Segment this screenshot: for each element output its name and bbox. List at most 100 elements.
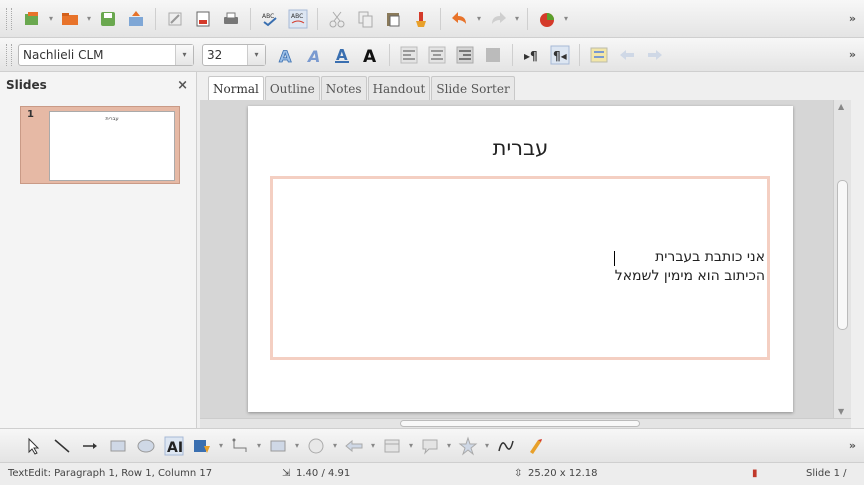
flowchart-icon[interactable]: [379, 433, 405, 459]
arrow-left-icon[interactable]: [614, 42, 640, 68]
slide-content-textbox[interactable]: אני כותבת בעברית הכיתוב הוא מימין לשמאל: [270, 176, 770, 360]
slide-thumbnail-number: 1: [27, 109, 34, 120]
vertical-scrollbar-thumb[interactable]: [837, 180, 848, 330]
document-modified-icon[interactable]: ▮: [752, 468, 758, 479]
highlighter-icon[interactable]: [521, 433, 547, 459]
line-icon[interactable]: [49, 433, 75, 459]
symbol-shapes-icon[interactable]: [303, 433, 329, 459]
redo-dropdown[interactable]: ▾: [512, 6, 522, 32]
open-dropdown[interactable]: ▾: [84, 6, 94, 32]
toolbar-grip[interactable]: [6, 43, 12, 66]
spellcheck-icon[interactable]: ABC: [257, 6, 283, 32]
slide-page[interactable]: עברית אני כותבת בעברית הכיתוב הוא מימין …: [248, 106, 793, 412]
font-bold-icon[interactable]: A: [357, 42, 383, 68]
font-color-icon[interactable]: A: [329, 42, 355, 68]
rectangle-icon[interactable]: [105, 433, 131, 459]
status-bar: TextEdit: Paragraph 1, Row 1, Column 17 …: [0, 462, 864, 485]
callouts-icon[interactable]: [417, 433, 443, 459]
toolbar-grip[interactable]: [6, 7, 12, 30]
align-left-icon[interactable]: [396, 42, 422, 68]
new-icon[interactable]: [19, 6, 45, 32]
basic-shapes-dropdown[interactable]: ▾: [292, 433, 302, 459]
separator: [579, 43, 580, 66]
svg-text:A: A: [279, 47, 292, 65]
block-arrows-icon[interactable]: [341, 433, 367, 459]
callouts-dropdown[interactable]: ▾: [444, 433, 454, 459]
toolbar-overflow[interactable]: »: [849, 48, 856, 61]
align-center-icon[interactable]: [424, 42, 450, 68]
new-dropdown[interactable]: ▾: [46, 6, 56, 32]
flowchart-dropdown[interactable]: ▾: [406, 433, 416, 459]
slides-pane-title: Slides: [6, 78, 47, 92]
slide-content-line[interactable]: הכיתוב הוא מימין לשמאל: [615, 268, 765, 284]
export-icon[interactable]: [123, 6, 149, 32]
cut-icon[interactable]: [324, 6, 350, 32]
separator: [440, 7, 441, 30]
size-icon: ⇳: [514, 468, 523, 479]
vertical-scrollbar[interactable]: ▲ ▼: [833, 100, 851, 418]
status-edit-info: TextEdit: Paragraph 1, Row 1, Column 17: [8, 468, 213, 479]
tab-slide-sorter[interactable]: Slide Sorter: [431, 76, 515, 100]
save-icon[interactable]: [95, 6, 121, 32]
line-arrow-icon[interactable]: [77, 433, 103, 459]
text-icon[interactable]: AI: [161, 433, 187, 459]
select-pointer-icon[interactable]: [21, 433, 47, 459]
svg-text:▸¶: ▸¶: [524, 49, 538, 63]
undo-icon[interactable]: [447, 6, 473, 32]
copy-icon[interactable]: [352, 6, 378, 32]
slide-content-line[interactable]: אני כותבת בעברית: [655, 249, 765, 265]
horizontal-scrollbar-thumb[interactable]: [400, 420, 640, 427]
stars-icon[interactable]: [455, 433, 481, 459]
tab-normal[interactable]: Normal: [208, 76, 264, 100]
block-arrows-dropdown[interactable]: ▾: [368, 433, 378, 459]
chevron-down-icon[interactable]: ▾: [175, 44, 193, 65]
edit-file-icon[interactable]: [162, 6, 188, 32]
shadow-font-icon[interactable]: A: [301, 42, 327, 68]
align-right-icon[interactable]: [452, 42, 478, 68]
horizontal-scrollbar[interactable]: [200, 418, 851, 428]
fontwork-dropdown[interactable]: ▾: [216, 433, 226, 459]
basic-shapes-icon[interactable]: [265, 433, 291, 459]
tab-handout[interactable]: Handout: [367, 76, 431, 100]
toolbar-overflow[interactable]: »: [849, 439, 856, 452]
slide-title[interactable]: עברית: [248, 136, 793, 160]
curve-icon[interactable]: [493, 433, 519, 459]
slides-pane-header: Slides ×: [0, 72, 196, 98]
stars-dropdown[interactable]: ▾: [482, 433, 492, 459]
connector-icon[interactable]: [227, 433, 253, 459]
tab-outline[interactable]: Outline: [264, 76, 320, 100]
open-icon[interactable]: [57, 6, 83, 32]
symbol-shapes-dropdown[interactable]: ▾: [330, 433, 340, 459]
connector-dropdown[interactable]: ▾: [254, 433, 264, 459]
autospellcheck-icon[interactable]: ABC: [285, 6, 311, 32]
svg-text:ABC: ABC: [291, 13, 303, 20]
right-to-left-icon[interactable]: ¶◂: [547, 42, 573, 68]
left-to-right-icon[interactable]: ▸¶: [519, 42, 545, 68]
slide-thumbnail-selected[interactable]: 1 עברית: [20, 106, 180, 184]
font-name-combo[interactable]: Nachlieli CLM ▾: [18, 43, 194, 66]
clone-formatting-icon[interactable]: [408, 6, 434, 32]
paste-icon[interactable]: [380, 6, 406, 32]
redo-icon[interactable]: [485, 6, 511, 32]
scroll-down-icon[interactable]: ▼: [838, 407, 844, 416]
bullets-icon[interactable]: [586, 42, 612, 68]
tab-notes[interactable]: Notes: [320, 76, 367, 100]
justify-icon[interactable]: [480, 42, 506, 68]
font-size-combo[interactable]: 32 ▾: [202, 43, 266, 66]
svg-text:A: A: [306, 47, 320, 65]
ellipse-icon[interactable]: [133, 433, 159, 459]
undo-dropdown[interactable]: ▾: [474, 6, 484, 32]
arrow-right-icon[interactable]: [642, 42, 668, 68]
separator: [389, 43, 390, 66]
fontwork-icon[interactable]: [189, 433, 215, 459]
chart-icon[interactable]: [534, 6, 560, 32]
export-pdf-icon[interactable]: [190, 6, 216, 32]
outline-font-icon[interactable]: A: [273, 42, 299, 68]
close-icon[interactable]: ×: [177, 78, 188, 93]
chevron-down-icon[interactable]: ▾: [247, 44, 265, 65]
scroll-up-icon[interactable]: ▲: [838, 102, 844, 111]
slide-thumbnail[interactable]: עברית: [49, 111, 175, 181]
chart-dropdown[interactable]: ▾: [561, 6, 571, 32]
toolbar-overflow[interactable]: »: [849, 12, 856, 25]
print-icon[interactable]: [218, 6, 244, 32]
